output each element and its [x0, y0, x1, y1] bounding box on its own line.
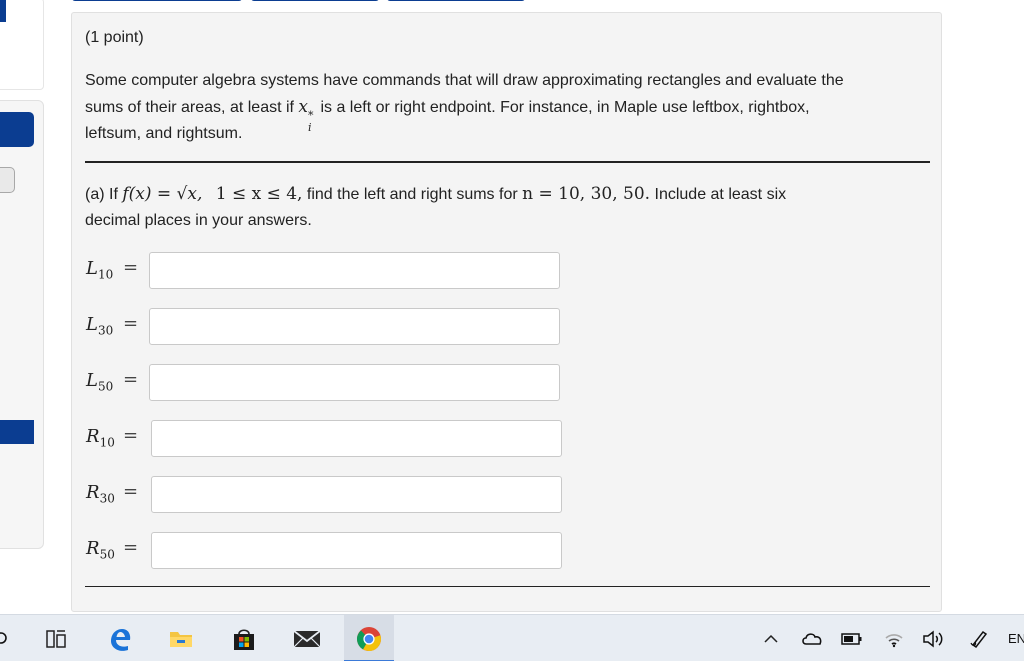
- equals-sign: =: [123, 313, 139, 334]
- intro-line-2-post: is a left or right endpoint. For instanc…: [316, 99, 810, 116]
- battery-icon[interactable]: [838, 615, 866, 661]
- equals-sign: =: [123, 537, 139, 558]
- answer-label-l50: L50: [86, 370, 114, 394]
- onedrive-icon[interactable]: [798, 615, 826, 661]
- part-a-line-1: (a) If f(x) = √x, 1 ≤ x ≤ 4, find the le…: [85, 181, 933, 208]
- answer-label-r10: R10: [86, 426, 115, 450]
- intro-var: x: [298, 97, 309, 117]
- sidebar-primary-button[interactable]: [0, 112, 34, 147]
- task-view-icon[interactable]: [38, 615, 74, 661]
- problem-intro: Some computer algebra systems have comma…: [85, 68, 933, 147]
- language-indicator[interactable]: EN: [1008, 615, 1024, 661]
- intro-line-2-pre: sums of their areas, at least if: [85, 99, 299, 116]
- sidebar-active-bar[interactable]: [0, 420, 34, 444]
- sidebar-secondary-button[interactable]: [0, 167, 15, 193]
- answer-input-l30[interactable]: [149, 308, 560, 345]
- answer-label-r30: R30: [86, 482, 115, 506]
- chevron-up-icon[interactable]: [760, 615, 782, 661]
- part-a-prompt: (a) If f(x) = √x, 1 ≤ x ≤ 4, find the le…: [85, 181, 933, 234]
- part-a-mid: find the left and right sums for: [302, 186, 523, 203]
- answer-label-r50: R50: [86, 538, 115, 562]
- store-icon[interactable]: [224, 615, 264, 661]
- equals-sign: =: [123, 481, 139, 502]
- intro-line-1: Some computer algebra systems have comma…: [85, 72, 844, 89]
- search-icon[interactable]: [0, 615, 12, 661]
- sidebar-tab[interactable]: [0, 0, 6, 22]
- volume-icon[interactable]: [918, 615, 948, 661]
- answer-label-l10: L10: [86, 258, 114, 282]
- answer-input-r30[interactable]: [151, 476, 562, 513]
- answer-input-r10[interactable]: [151, 420, 562, 457]
- divider-bottom: [85, 586, 930, 587]
- divider-top: [85, 161, 930, 163]
- part-a-n-values: n = 10, 30, 50.: [522, 184, 651, 204]
- answer-input-r50[interactable]: [151, 532, 562, 569]
- top-nav-button-3[interactable]: [387, 0, 525, 1]
- part-a-domain: 1 ≤ x ≤ 4,: [215, 184, 303, 204]
- sidebar-panel-top: [0, 0, 44, 90]
- intro-sub: i: [308, 121, 312, 134]
- file-explorer-icon[interactable]: [161, 615, 201, 661]
- edge-icon[interactable]: [100, 615, 140, 661]
- chrome-icon[interactable]: [344, 615, 394, 661]
- problem-points: (1 point): [85, 29, 144, 46]
- mail-icon[interactable]: [286, 615, 328, 661]
- top-nav-button-2[interactable]: [251, 0, 379, 1]
- screen: (1 point) Some computer algebra systems …: [0, 0, 1024, 661]
- intro-line-3: leftsum, and rightsum.: [85, 125, 243, 142]
- answer-input-l50[interactable]: [149, 364, 560, 401]
- part-a-function: f(x) = √x,: [122, 184, 203, 204]
- intro-line-2: sums of their areas, at least if x * i is …: [85, 94, 933, 134]
- top-nav-button-1[interactable]: [72, 0, 242, 1]
- equals-sign: =: [123, 369, 139, 390]
- answer-input-l10[interactable]: [149, 252, 560, 289]
- problem-card: (1 point) Some computer algebra systems …: [71, 12, 942, 612]
- part-a-line-2: decimal places in your answers.: [85, 212, 312, 229]
- taskbar: EN: [0, 614, 1024, 661]
- answer-label-l30: L30: [86, 314, 114, 338]
- wifi-icon[interactable]: [880, 615, 908, 661]
- part-a-prefix: (a) If: [85, 186, 123, 203]
- pen-icon[interactable]: [966, 615, 992, 661]
- part-a-suffix: Include at least six: [650, 186, 787, 203]
- equals-sign: =: [123, 257, 139, 278]
- equals-sign: =: [123, 425, 139, 446]
